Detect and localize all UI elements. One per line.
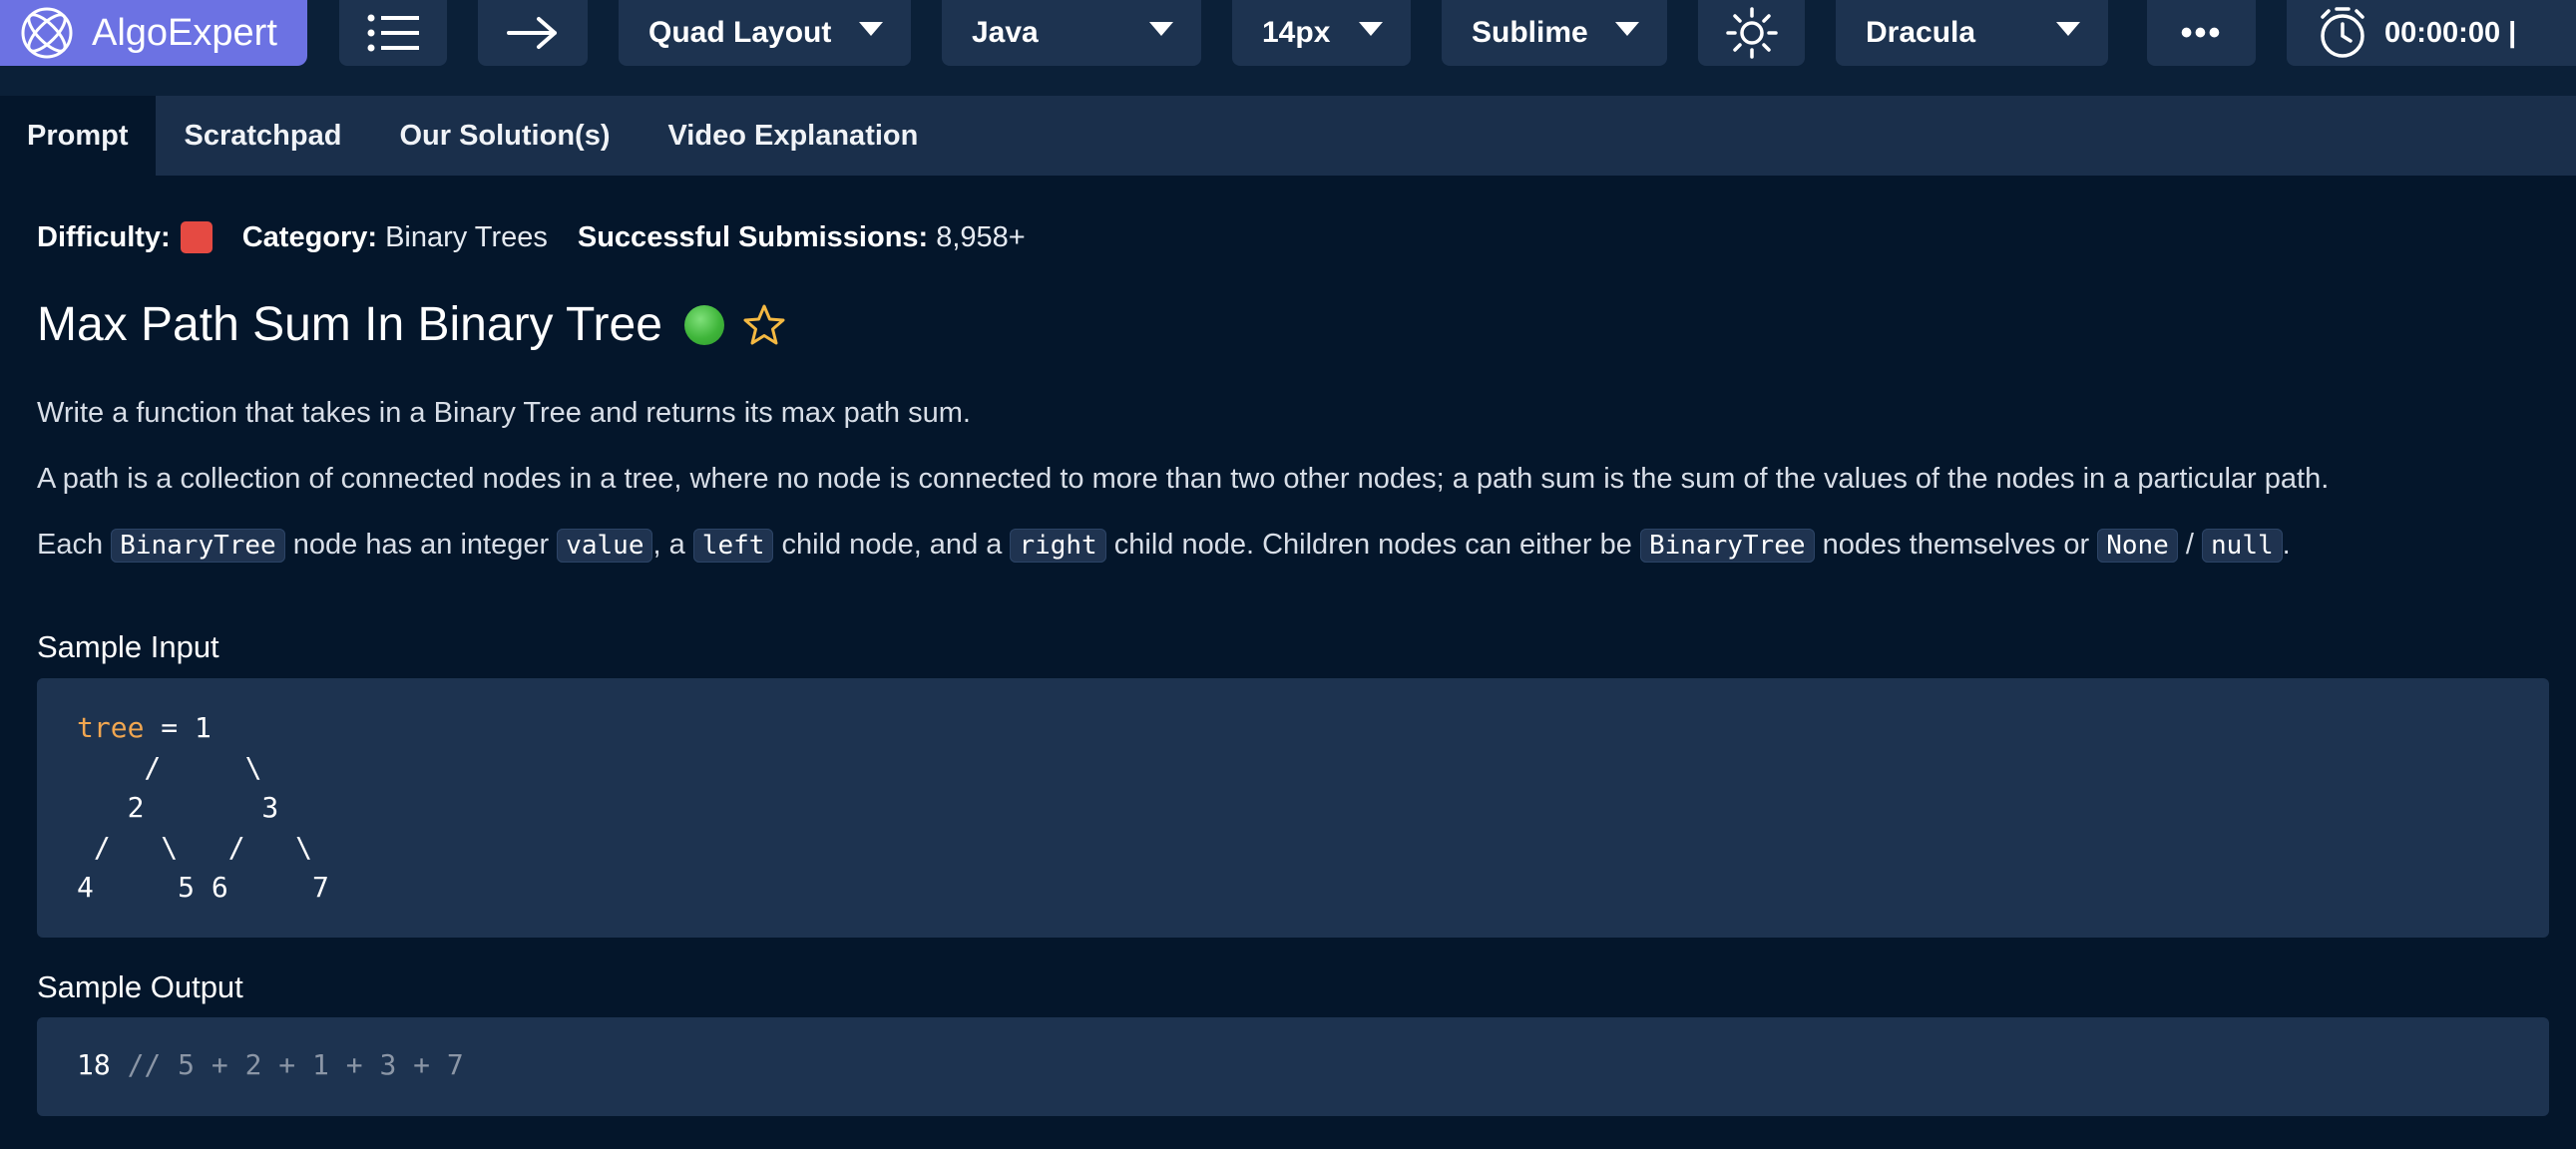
difficulty-label: Difficulty: [37, 221, 171, 253]
submissions-label: Successful Submissions: [577, 221, 929, 253]
ellipsis-icon: ••• [2180, 13, 2223, 52]
timer-button[interactable]: 00:00:00 | [2287, 0, 2576, 66]
theme-value: Dracula [1866, 16, 1976, 49]
sample-output-code: 18 // 5 + 2 + 1 + 3 + 7 [37, 1017, 2549, 1116]
problem-meta: Difficulty: Category: Binary Trees Succe… [37, 215, 1026, 259]
text: child node, and a [773, 529, 1011, 561]
text: child node. Children nodes can either be [1105, 529, 1640, 561]
next-question-button[interactable] [478, 0, 588, 66]
inline-code: null [2202, 529, 2283, 563]
prompt-paragraph-3: Each BinaryTree node has an integer valu… [37, 523, 2291, 568]
language-value: Java [972, 16, 1039, 49]
brand-logo[interactable]: AlgoExpert [0, 0, 307, 66]
code-line: / \ [77, 751, 262, 784]
tab-scratchpad[interactable]: Scratchpad [156, 96, 371, 176]
chevron-down-icon [1615, 22, 1639, 36]
problem-title-row: Max Path Sum In Binary Tree [37, 295, 786, 355]
keymap-value: Sublime [1472, 16, 1588, 49]
timer-value: 00:00:00 | [2384, 16, 2517, 49]
inline-code: left [692, 529, 774, 563]
light-mode-button[interactable] [1698, 0, 1805, 66]
code-line: 2 3 [77, 791, 279, 824]
list-icon [367, 14, 419, 52]
problem-list-button[interactable] [339, 0, 447, 66]
prompt-tabs: Prompt Scratchpad Our Solution(s) Video … [0, 96, 2576, 176]
text: node has an integer [284, 529, 558, 561]
text: nodes themselves or [1814, 529, 2098, 561]
stopwatch-icon [2321, 7, 2364, 58]
top-toolbar: AlgoExpert Quad Layout Java 14px Sublime [0, 0, 2576, 96]
chevron-down-icon [1149, 22, 1173, 36]
layout-dropdown[interactable]: Quad Layout [619, 0, 911, 66]
tab-video-explanation[interactable]: Video Explanation [639, 96, 947, 176]
brand-name: AlgoExpert [92, 11, 277, 54]
tab-prompt[interactable]: Prompt [0, 96, 156, 176]
sample-input-code: tree = 1 / \ 2 3 / \ / \ 4 5 6 7 [37, 678, 2549, 938]
inline-code: None [2097, 529, 2178, 563]
chevron-down-icon [859, 22, 883, 36]
category-label: Category: [241, 221, 378, 253]
text: . [2282, 529, 2291, 561]
tab-our-solutions[interactable]: Our Solution(s) [370, 96, 639, 176]
chevron-down-icon [1359, 22, 1383, 36]
inline-code: right [1010, 529, 1106, 563]
text: / [2177, 529, 2203, 561]
more-options-button[interactable]: ••• [2147, 0, 2256, 66]
page-title: Max Path Sum In Binary Tree [37, 298, 662, 351]
layout-value: Quad Layout [648, 16, 832, 49]
inline-code: BinaryTree [1639, 529, 1815, 563]
algoexpert-logo-icon [21, 7, 73, 59]
sample-input-heading: Sample Input [37, 629, 219, 664]
keymap-dropdown[interactable]: Sublime [1442, 0, 1667, 66]
inline-code: value [557, 529, 653, 563]
font-size-dropdown[interactable]: 14px [1232, 0, 1411, 66]
code-variable: tree [77, 711, 145, 744]
text: , a [652, 529, 693, 561]
font-size-value: 14px [1262, 16, 1331, 49]
code-value: 18 [77, 1048, 111, 1081]
language-dropdown[interactable]: Java [942, 0, 1201, 66]
text: Each [37, 529, 112, 561]
arrow-right-icon [507, 17, 557, 49]
code-line: 4 5 6 7 [77, 871, 329, 904]
code-line: / \ / \ [77, 831, 313, 864]
chevron-down-icon [2056, 22, 2080, 36]
star-icon[interactable] [742, 303, 786, 347]
code-line: = 1 [144, 711, 212, 744]
category-value: Binary Trees [385, 221, 548, 253]
submissions-value: 8,958+ [936, 221, 1026, 253]
difficulty-indicator [180, 221, 213, 253]
completion-status-icon [683, 305, 724, 345]
prompt-paragraph-2: A path is a collection of connected node… [37, 463, 2330, 495]
code-comment: // 5 + 2 + 1 + 3 + 7 [110, 1048, 464, 1081]
theme-dropdown[interactable]: Dracula [1836, 0, 2108, 66]
sample-output-heading: Sample Output [37, 969, 243, 1004]
sun-icon [1725, 7, 1778, 59]
prompt-paragraph-1: Write a function that takes in a Binary … [37, 397, 971, 429]
inline-code: BinaryTree [111, 529, 285, 563]
